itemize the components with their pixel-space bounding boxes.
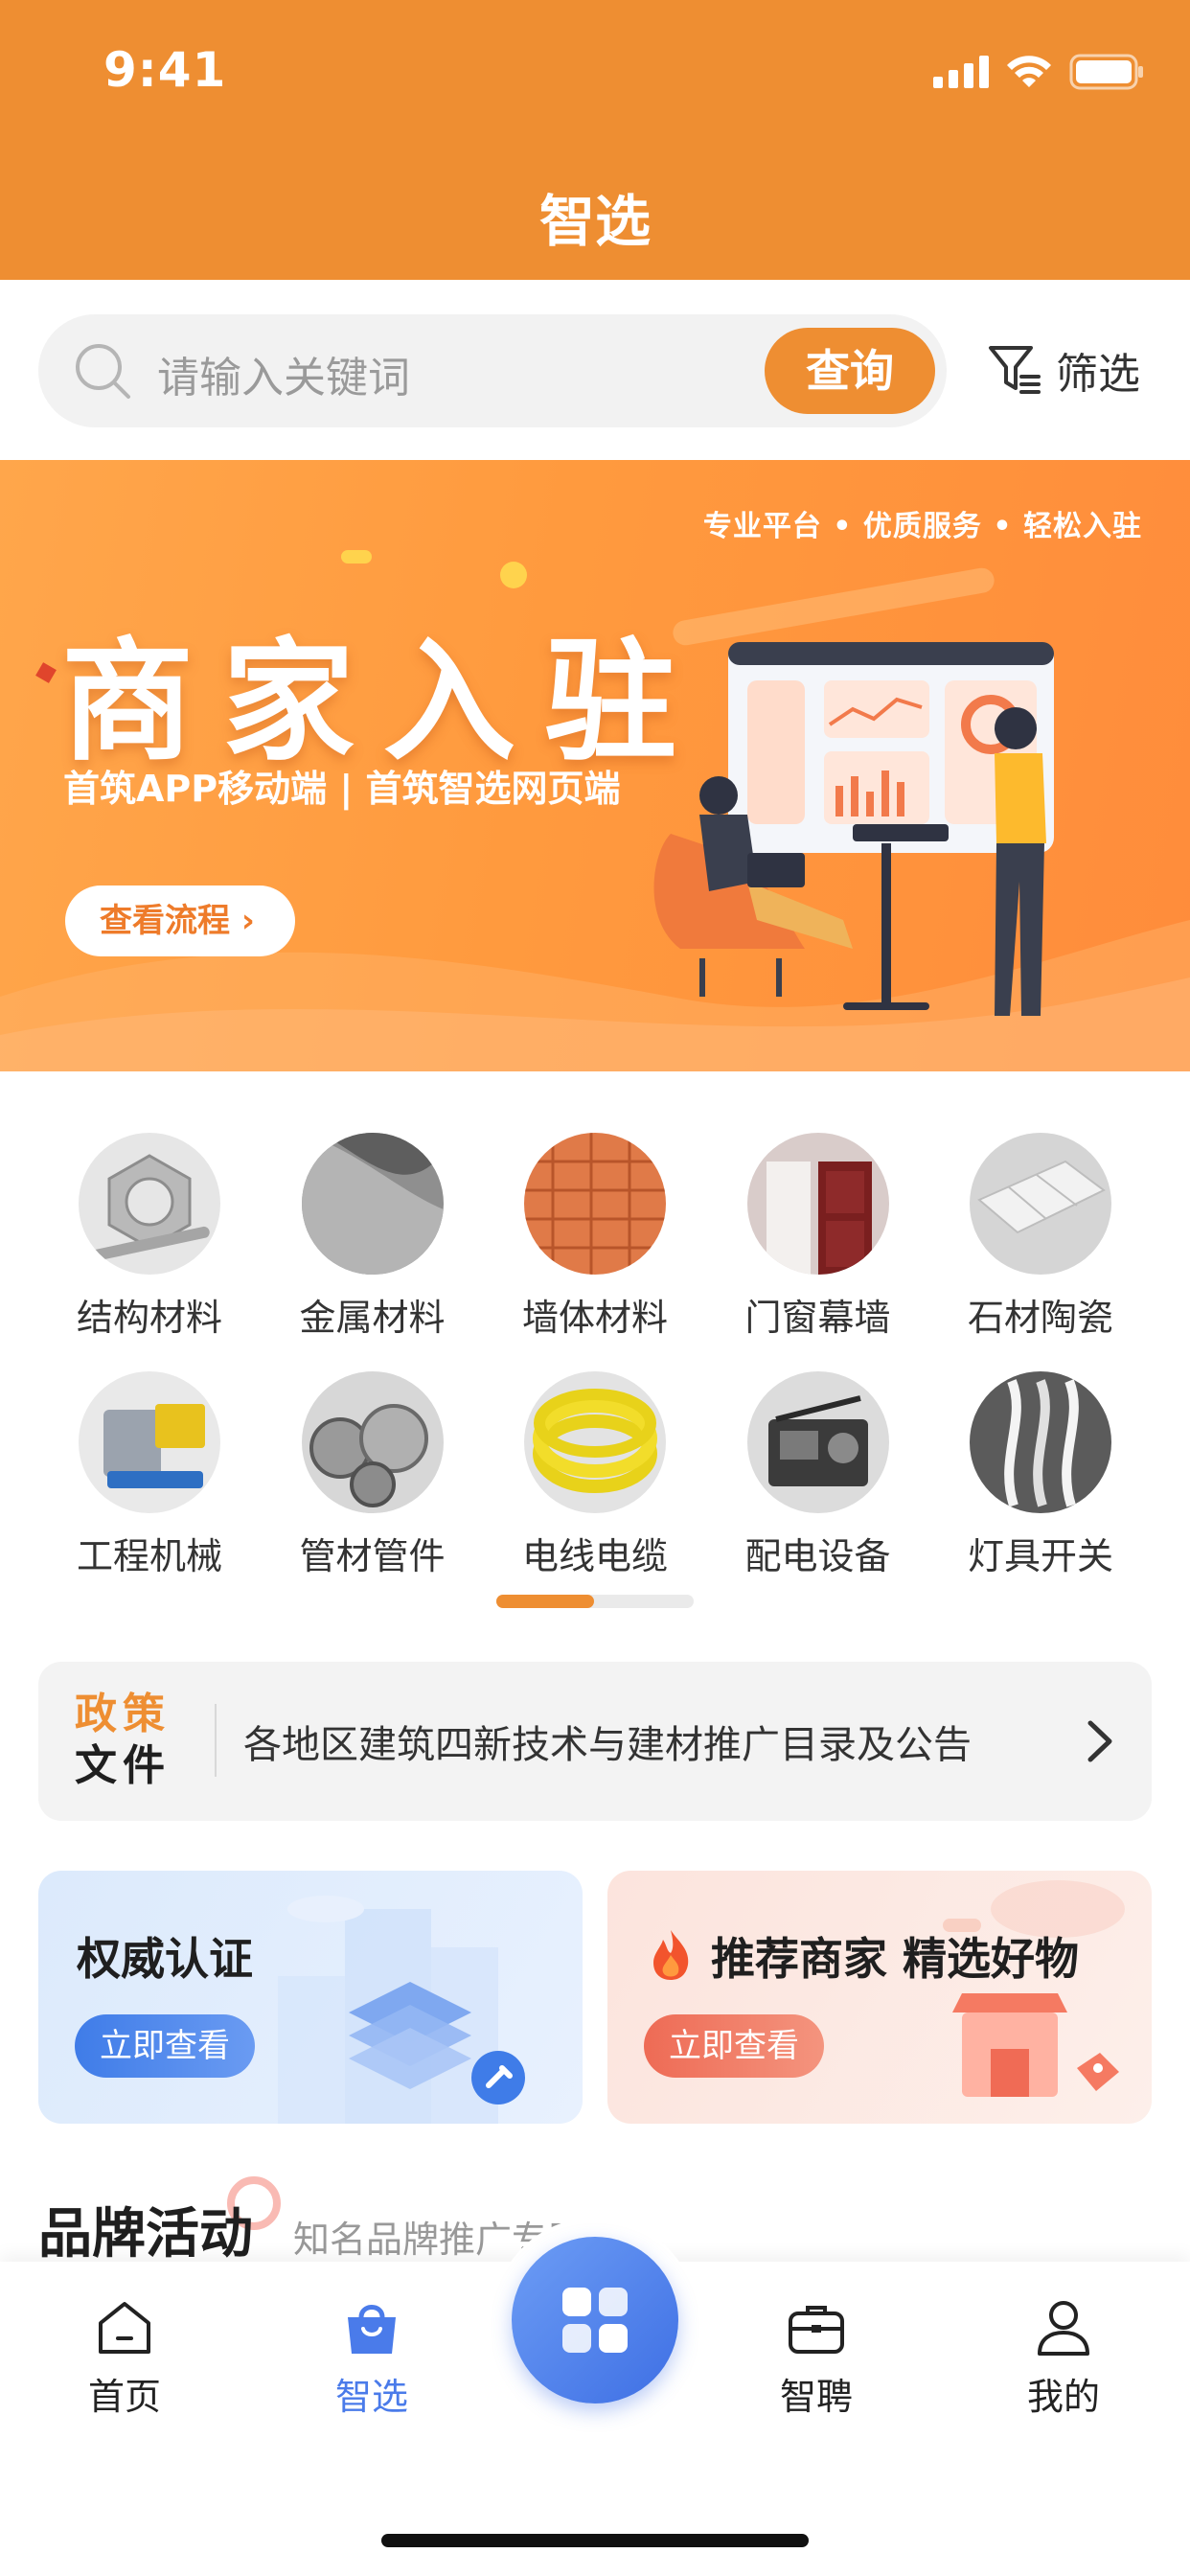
category-item-power-distribution[interactable]: 配电设备 — [707, 1371, 929, 1579]
home-indicator — [381, 2534, 809, 2547]
cable-coil-icon — [524, 1371, 666, 1513]
tab-zhixuan[interactable]: 智选 — [286, 2296, 458, 2420]
category-item-machinery[interactable]: 工程机械 — [38, 1371, 261, 1579]
search-button[interactable]: 查询 — [765, 328, 935, 414]
status-time: 9:41 — [103, 42, 227, 98]
merchant-banner[interactable]: 专业平台 • 优质服务 • 轻松入驻 商家入驻 首筑APP移动端 | 首筑智选网… — [0, 460, 1190, 1071]
category-item-wall[interactable]: 墙体材料 — [484, 1133, 706, 1341]
home-icon — [99, 2302, 150, 2354]
category-label: 灯具开关 — [967, 1535, 1113, 1577]
brick-icon — [524, 1133, 666, 1275]
banner-subtitle: 首筑APP移动端 | 首筑智选网页端 — [63, 768, 621, 810]
category-item-metal[interactable]: 金属材料 — [262, 1133, 484, 1341]
banner-tags: 专业平台 • 优质服务 • 轻松入驻 — [702, 510, 1142, 543]
shop-decoration — [943, 1880, 1125, 2097]
tab-label: 我的 — [1026, 2376, 1100, 2418]
category-item-structural[interactable]: 结构材料 — [38, 1133, 261, 1341]
banner-title: 商家入驻 — [61, 625, 706, 779]
policy-badge-line1: 政策 — [75, 1690, 171, 1738]
filter-button[interactable]: 筛选 — [987, 339, 1140, 401]
category-item-cables[interactable]: 电线电缆 — [484, 1371, 706, 1579]
category-item-stone-ceramic[interactable]: 石材陶瓷 — [929, 1133, 1152, 1341]
top-header: 9:41 智选 — [0, 0, 1190, 280]
category-row: 工程机械 管材管件 电线电缆 配电设备 灯具开关 — [38, 1371, 1152, 1579]
door-icon — [746, 1133, 889, 1275]
category-item-lighting[interactable]: 灯具开关 — [929, 1371, 1152, 1579]
shopping-bag-icon — [348, 2305, 396, 2354]
policy-notice[interactable]: 政策 文件 各地区建筑四新技术与建材推广目录及公告 — [38, 1662, 1152, 1821]
view-process-button[interactable]: 查看流程 › — [65, 886, 295, 956]
pager-active-indicator — [496, 1595, 594, 1608]
chevron-right-icon: › — [240, 902, 255, 940]
tab-label: 智选 — [334, 2376, 408, 2418]
category-label: 配电设备 — [744, 1535, 891, 1577]
search-input[interactable]: 请输入关键词 查询 — [38, 314, 947, 427]
recommended-merchants-card[interactable]: 推荐商家 精选好物 立即查看 — [607, 1871, 1152, 2124]
view-process-label: 查看流程 — [100, 902, 230, 940]
category-label: 门窗幕墙 — [744, 1297, 891, 1339]
certification-title: 权威认证 — [77, 1933, 253, 1985]
category-pager — [496, 1595, 694, 1608]
recommended-view-button[interactable]: 立即查看 — [644, 2014, 824, 2078]
search-row: 请输入关键词 查询 筛选 — [0, 280, 1190, 460]
category-label: 石材陶瓷 — [967, 1297, 1113, 1339]
certification-card[interactable]: 权威认证 立即查看 — [38, 1871, 583, 2124]
policy-badge: 政策 文件 — [75, 1689, 171, 1792]
lamp-icon — [970, 1371, 1111, 1513]
category-label: 电线电缆 — [521, 1535, 668, 1577]
perforated-metal-icon — [301, 1133, 444, 1275]
search-icon — [76, 344, 130, 399]
generator-icon — [746, 1371, 889, 1513]
zhixuan-screen: 9:41 智选 请输入关键词 查询 筛选 专业平台 • 优质服务 • 轻松入驻 … — [0, 0, 1190, 2576]
filter-icon — [989, 346, 1041, 394]
office-illustration — [653, 642, 1054, 1016]
wifi-icon — [1007, 56, 1051, 87]
divider — [215, 1704, 217, 1777]
tile-icon — [970, 1133, 1111, 1275]
policy-badge-line2: 文件 — [75, 1741, 171, 1790]
category-label: 金属材料 — [299, 1297, 446, 1339]
tab-home[interactable]: 首页 — [38, 2296, 211, 2420]
category-label: 工程机械 — [76, 1535, 222, 1577]
tab-label: 智聘 — [779, 2376, 853, 2418]
tab-mine[interactable]: 我的 — [977, 2296, 1150, 2420]
recommended-title: 推荐商家 精选好物 — [711, 1933, 1080, 1985]
page-title: 智选 — [538, 189, 651, 254]
center-action-button[interactable] — [512, 2237, 678, 2404]
category-label: 墙体材料 — [521, 1297, 668, 1339]
compressor-icon — [79, 1371, 220, 1513]
user-icon — [1038, 2301, 1089, 2356]
bottom-tab-bar: 首页 智选 智聘 我的 — [0, 2218, 1190, 2576]
fire-icon — [646, 1930, 711, 1985]
brand-section-title: 品牌活动 — [38, 2203, 253, 2266]
filter-label: 筛选 — [1056, 350, 1140, 399]
certification-view-button[interactable]: 立即查看 — [75, 2014, 255, 2078]
category-item-pipes[interactable]: 管材管件 — [262, 1371, 484, 1579]
city-skyline-decoration — [278, 1896, 525, 2124]
category-grid: 结构材料 金属材料 墙体材料 门窗幕墙 石材陶瓷 工程机械 管材管件 电线电缆 … — [38, 1133, 1152, 1610]
policy-text: 各地区建筑四新技术与建材推广目录及公告 — [243, 1723, 972, 1767]
recommended-title-row: 推荐商家 精选好物 — [646, 1924, 1079, 1988]
briefcase-icon — [789, 2306, 844, 2354]
category-label: 结构材料 — [76, 1297, 222, 1339]
chevron-right-icon — [1087, 1720, 1112, 1762]
search-placeholder: 请输入关键词 — [157, 354, 410, 402]
category-item-doors-windows[interactable]: 门窗幕墙 — [707, 1133, 929, 1341]
category-row: 结构材料 金属材料 墙体材料 门窗幕墙 石材陶瓷 — [38, 1133, 1152, 1341]
tab-zhipin[interactable]: 智聘 — [730, 2296, 903, 2420]
category-label: 管材管件 — [299, 1535, 446, 1577]
hex-nut-icon — [79, 1133, 220, 1275]
apps-icon — [562, 2288, 628, 2353]
status-icons — [933, 54, 1144, 90]
tab-label: 首页 — [87, 2376, 161, 2418]
signal-icon — [933, 56, 989, 88]
pipe-icon — [301, 1371, 444, 1513]
battery-icon — [1069, 54, 1143, 90]
